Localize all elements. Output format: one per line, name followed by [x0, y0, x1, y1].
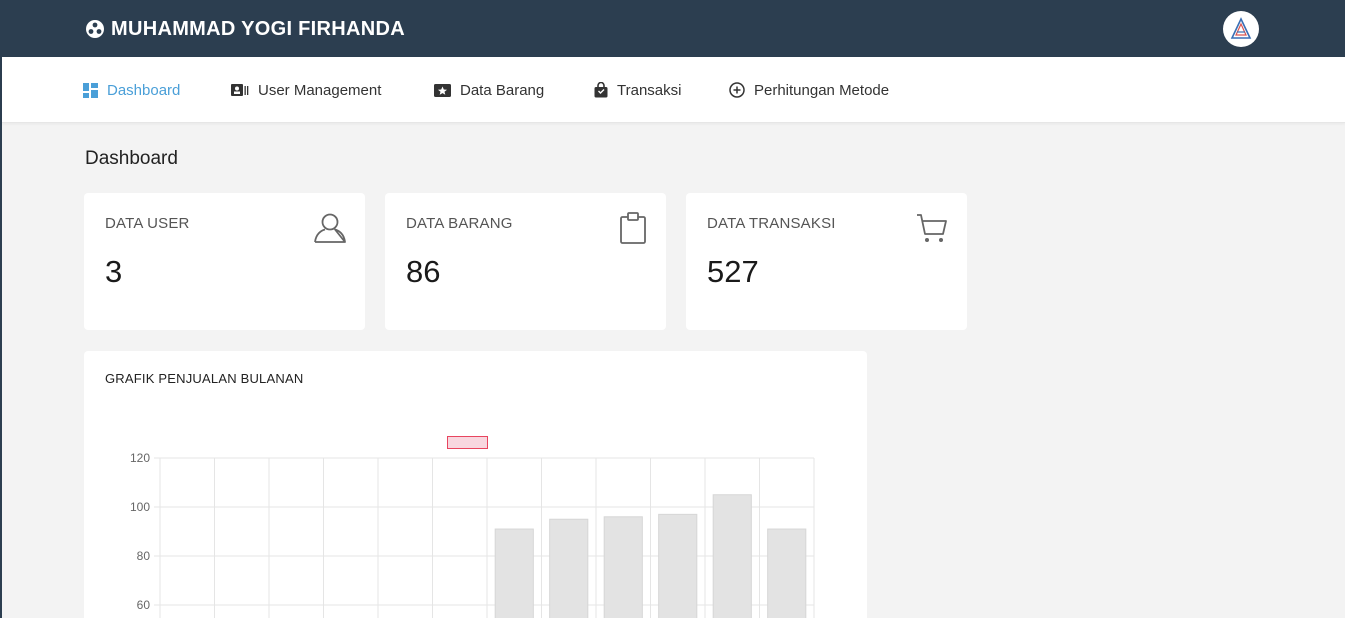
bar	[712, 494, 752, 618]
nav-label: Dashboard	[107, 81, 181, 99]
settings-circle-icon	[85, 19, 105, 39]
top-header: MUHAMMAD YOGI FIRHANDA	[2, 0, 1345, 57]
bar	[549, 518, 589, 618]
plus-circle-icon	[729, 82, 745, 98]
bar	[494, 528, 534, 618]
nav-user-management[interactable]: User Management	[231, 79, 381, 101]
y-tick-label: 120	[130, 451, 150, 465]
bar	[603, 516, 643, 618]
main-nav: Dashboard User Management Data Barang Tr…	[2, 57, 1345, 123]
brand-name: MUHAMMAD YOGI FIRHANDA	[111, 17, 405, 40]
nav-label: Perhitungan Metode	[754, 81, 890, 99]
bar-chart: 60 80 100 120	[130, 436, 815, 618]
nav-transaksi[interactable]: Transaksi	[594, 79, 681, 101]
clipboard-bag-icon	[620, 212, 646, 244]
nav-perhitungan-metode[interactable]: Perhitungan Metode	[729, 79, 889, 101]
card-label: DATA USER	[105, 215, 190, 232]
card-value: 527	[707, 254, 759, 289]
box-star-icon	[434, 83, 451, 97]
nav-label: Transaksi	[617, 81, 682, 99]
id-card-icon	[231, 84, 249, 96]
card-value: 86	[406, 254, 441, 289]
legend-swatch	[447, 436, 488, 449]
nav-data-barang[interactable]: Data Barang	[434, 79, 544, 101]
y-tick-label: 80	[137, 549, 151, 563]
avatar[interactable]	[1223, 11, 1259, 47]
card-data-barang: DATA BARANG 86	[385, 193, 666, 330]
brand[interactable]: MUHAMMAD YOGI FIRHANDA	[85, 16, 405, 42]
card-label: DATA TRANSAKSI	[707, 215, 836, 232]
shopping-bag-icon	[594, 82, 608, 98]
dashboard-grid-icon	[83, 82, 98, 98]
card-data-transaksi: DATA TRANSAKSI 527	[686, 193, 967, 330]
nav-dashboard[interactable]: Dashboard	[83, 79, 180, 101]
bar	[767, 528, 807, 618]
user-icon	[314, 213, 346, 243]
page-title: Dashboard	[85, 148, 178, 169]
card-data-user: DATA USER 3	[84, 193, 365, 330]
bar	[658, 513, 698, 618]
sales-chart-card: GRAFIK PENJUALAN BULANAN 60 80 100 120	[84, 351, 867, 618]
y-tick-label: 60	[137, 598, 151, 612]
nav-label: Data Barang	[460, 81, 545, 99]
y-tick-label: 100	[130, 500, 150, 514]
nav-label: User Management	[258, 81, 382, 99]
card-label: DATA BARANG	[406, 215, 513, 232]
logo-avatar-icon	[1230, 17, 1252, 39]
card-value: 3	[105, 254, 123, 289]
cart-icon	[917, 214, 947, 242]
